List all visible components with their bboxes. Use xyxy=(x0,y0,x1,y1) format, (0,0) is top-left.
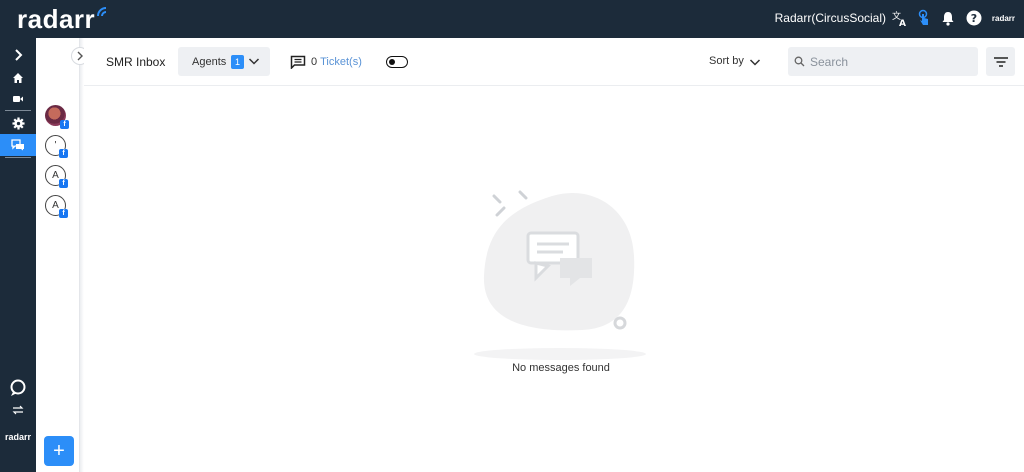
agents-label: Agents xyxy=(192,56,227,68)
support-chat-icon[interactable] xyxy=(0,377,36,399)
home-icon[interactable] xyxy=(0,67,36,89)
svg-text:?: ? xyxy=(971,12,977,25)
avatar-initial: A xyxy=(52,200,59,211)
chat-icon[interactable] xyxy=(0,134,36,156)
facebook-badge-icon: f xyxy=(60,120,69,129)
view-toggle[interactable] xyxy=(386,56,408,68)
empty-state-message: No messages found xyxy=(512,362,610,374)
settings-icon[interactable] xyxy=(0,112,36,134)
bell-icon[interactable] xyxy=(939,9,957,27)
rail-divider xyxy=(5,110,31,111)
chevron-down-icon xyxy=(749,58,760,66)
help-icon[interactable]: ? xyxy=(965,9,983,27)
video-icon[interactable] xyxy=(0,88,36,110)
page-title: SMR Inbox xyxy=(106,55,166,69)
app-logo[interactable]: radarr xyxy=(17,5,95,33)
rail-divider xyxy=(5,157,31,158)
translate-icon[interactable]: 文 A xyxy=(891,9,909,27)
top-bar: radarr Radarr(CircusSocial) 文 A ? radarr xyxy=(0,0,1024,38)
mini-logo: radarr xyxy=(991,14,1015,23)
filter-button[interactable] xyxy=(986,47,1015,76)
agents-count-badge: 1 xyxy=(231,55,244,69)
logo-signal-icon xyxy=(97,7,107,17)
contacts-column xyxy=(36,38,80,472)
facebook-badge-icon: f xyxy=(59,179,68,188)
switch-icon[interactable] xyxy=(0,399,36,421)
contact-avatar[interactable]: f xyxy=(45,105,69,129)
left-rail: radarr xyxy=(0,38,36,472)
tickets-counter[interactable]: 0 Ticket(s) xyxy=(290,54,362,70)
touch-icon[interactable] xyxy=(915,9,933,27)
contact-avatar[interactable]: A f xyxy=(45,195,68,218)
sort-label: Sort by xyxy=(709,55,744,67)
column-shadow xyxy=(80,38,84,472)
no-messages-illustration xyxy=(474,190,646,360)
agents-dropdown[interactable]: Agents 1 xyxy=(178,47,270,76)
add-contact-button[interactable]: + xyxy=(44,436,74,466)
contact-avatar[interactable]: ' f xyxy=(45,135,68,158)
facebook-badge-icon: f xyxy=(59,209,68,218)
toggle-knob xyxy=(389,58,395,65)
contact-avatar[interactable]: A f xyxy=(45,165,68,188)
facebook-badge-icon: f xyxy=(59,149,68,158)
expand-rail-button[interactable] xyxy=(0,44,36,66)
account-name[interactable]: Radarr(CircusSocial) xyxy=(775,11,886,25)
ticket-label: Ticket(s) xyxy=(320,56,362,68)
filter-icon xyxy=(993,56,1008,67)
chevron-down-icon xyxy=(248,58,260,65)
avatar-initial: ' xyxy=(54,140,57,151)
ticket-count: 0 xyxy=(311,56,318,68)
rail-logo: radarr xyxy=(4,432,31,442)
search-input[interactable] xyxy=(788,47,978,76)
comment-icon xyxy=(290,55,306,69)
sort-by-dropdown[interactable]: Sort by xyxy=(709,55,761,68)
avatar-initial: A xyxy=(52,170,59,181)
search-icon xyxy=(794,56,805,67)
svg-text:A: A xyxy=(899,19,906,27)
